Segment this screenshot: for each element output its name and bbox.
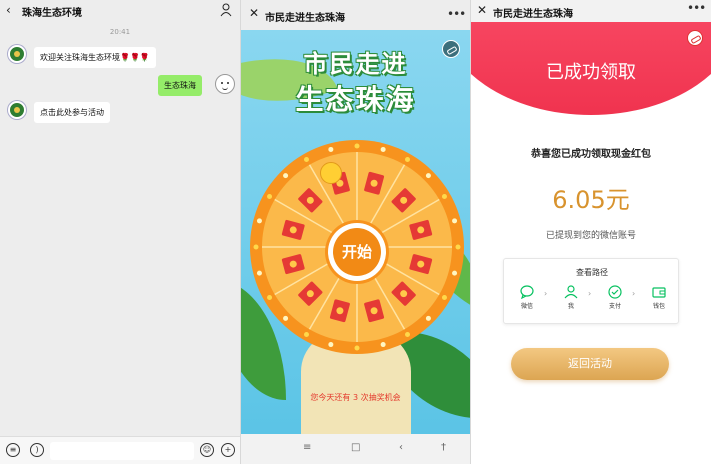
coin-icon — [289, 260, 297, 268]
wallet-icon — [652, 287, 666, 298]
wheel-light — [452, 218, 458, 224]
lottery-title: 市民走进生态珠海 — [265, 13, 345, 24]
wheel-light — [328, 146, 334, 152]
step-me: 我 — [558, 285, 584, 310]
wheel-light — [441, 295, 447, 300]
wheel-light — [452, 270, 458, 276]
wheel-light — [304, 331, 309, 337]
my-message: 生态珠海 — [158, 75, 202, 96]
coin-icon — [400, 290, 408, 298]
wheel-light — [441, 194, 447, 199]
share-icon[interactable] — [442, 40, 460, 58]
wheel-light — [405, 331, 410, 337]
step-pay: 支付 — [602, 285, 628, 310]
coin-icon — [417, 260, 425, 268]
more-icon[interactable]: ••• — [447, 7, 466, 21]
step-label: 支付 — [608, 303, 621, 310]
wheel-light — [328, 342, 334, 348]
system-nav-bar: ≡ □ ‹ † — [241, 434, 470, 464]
step-label: 钱包 — [652, 303, 665, 310]
wheel-light — [405, 157, 410, 163]
wheel-light — [304, 157, 309, 163]
menu-icon[interactable]: ≡ — [303, 442, 311, 453]
wheel-light — [380, 342, 386, 348]
coin-icon — [370, 307, 378, 315]
path-card: 查看路径 微信 › 我 › 支付 › 钱包 — [503, 258, 679, 324]
activity-link-message[interactable]: 点击此处参与活动 — [34, 102, 110, 123]
chevron-right-icon: › — [588, 289, 592, 298]
more-icon[interactable]: ••• — [687, 1, 706, 15]
wheel-light — [256, 270, 262, 276]
coin-icon — [306, 290, 314, 298]
headline-line-1: 市民走进 — [303, 50, 408, 78]
plus-icon[interactable]: + — [221, 443, 235, 457]
coin-icon — [370, 179, 378, 187]
coin-icon — [289, 226, 297, 234]
start-button[interactable]: 开始 — [333, 228, 381, 276]
wheel-light — [267, 295, 273, 300]
congrats-text: 恭喜您已成功领取现金红包 — [531, 149, 651, 160]
emoji-icon[interactable]: ☺ — [200, 443, 214, 457]
lottery-screen: ✕ 市民走进生态珠海 ••• 市民走进 生态珠海 开始 您今天还有 3 次抽奖机… — [241, 0, 470, 464]
wheel-light — [425, 315, 431, 321]
withdrawn-text: 已提现到您的微信账号 — [545, 231, 636, 241]
wheel-light — [455, 244, 461, 250]
lottery-header: ✕ 市民走进生态珠海 ••• — [241, 0, 470, 30]
home-icon[interactable]: □ — [351, 442, 360, 453]
my-avatar[interactable] — [215, 74, 235, 94]
step-label: 我 — [567, 303, 574, 310]
chat-header: ‹ 珠海生态环境 — [0, 0, 240, 22]
chevron-right-icon: › — [632, 289, 636, 298]
account-avatar[interactable] — [8, 101, 26, 119]
wheel-light — [256, 218, 262, 224]
step-wallet: 钱包 — [646, 285, 672, 310]
coin-icon — [306, 196, 314, 204]
chat-icon — [520, 285, 534, 299]
amount-value: 6.05元 — [552, 186, 630, 214]
headline-line-2: 生态珠海 — [295, 83, 416, 116]
chat-input-bar: ≡ ) ☺ + — [0, 436, 240, 464]
coin-icon — [417, 226, 425, 234]
wheel-light — [354, 345, 360, 351]
back-icon[interactable]: ‹ — [399, 442, 403, 453]
profile-icon[interactable] — [220, 3, 232, 17]
accessibility-icon[interactable]: † — [441, 442, 446, 453]
success-header: ✕ 市民走进生态珠海 ••• — [471, 0, 711, 22]
wheel-light — [354, 143, 360, 149]
success-banner-text: 已成功领取 — [546, 62, 636, 83]
wheel-light — [283, 173, 289, 179]
wheel-light — [283, 315, 289, 321]
return-button[interactable]: 返回活动 — [511, 348, 669, 380]
menu-icon[interactable]: ≡ — [6, 443, 20, 457]
path-title: 查看路径 — [576, 268, 608, 277]
back-icon[interactable]: ‹ — [6, 3, 11, 17]
coin-icon — [400, 196, 408, 204]
chevron-right-icon: › — [544, 289, 548, 298]
success-title: 市民走进生态珠海 — [493, 9, 573, 20]
person-icon — [564, 285, 578, 299]
wheel-light — [425, 173, 431, 179]
message-input[interactable] — [50, 442, 194, 460]
chat-title: 珠海生态环境 — [22, 8, 82, 19]
step-label: 微信 — [520, 303, 533, 310]
check-circle-icon — [608, 285, 622, 299]
face-emoji-icon — [320, 162, 342, 184]
voice-icon[interactable]: ) — [30, 443, 44, 457]
wheel-light — [380, 146, 386, 152]
success-screen: ✕ 市民走进生态珠海 ••• 已成功领取 恭喜您已成功领取现金红包 6.05元 … — [471, 0, 711, 464]
wheel-light — [267, 194, 273, 199]
close-icon[interactable]: ✕ — [477, 3, 487, 17]
step-wechat: 微信 — [514, 285, 540, 310]
chat-screen: ‹ 珠海生态环境 20:41 欢迎关注珠海生态环境🌹🌹🌹 生态珠海 点击此处参与… — [0, 0, 240, 464]
chance-text: 您今天还有 3 次抽奖机会 — [310, 393, 401, 402]
share-icon[interactable] — [687, 30, 703, 46]
account-avatar[interactable] — [8, 45, 26, 63]
close-icon[interactable]: ✕ — [249, 6, 259, 20]
coin-icon — [336, 307, 344, 315]
welcome-message: 欢迎关注珠海生态环境🌹🌹🌹 — [34, 47, 156, 68]
message-timestamp: 20:41 — [109, 28, 131, 36]
wheel-light — [253, 244, 259, 250]
